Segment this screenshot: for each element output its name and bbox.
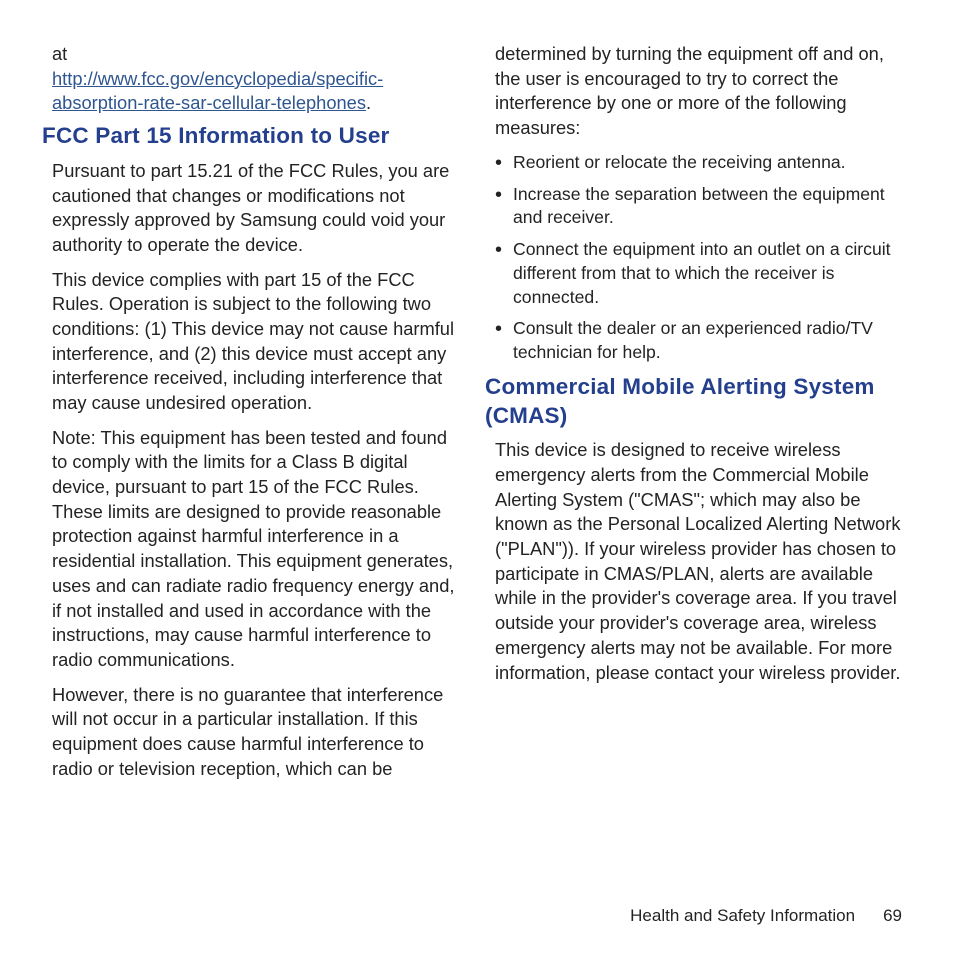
- list-item: Increase the separation between the equi…: [495, 183, 902, 231]
- paragraph-5: determined by turning the equipment off …: [495, 42, 902, 141]
- heading-fcc-part-15: FCC Part 15 Information to User: [42, 122, 459, 151]
- paragraph-1: Pursuant to part 15.21 of the FCC Rules,…: [52, 159, 459, 258]
- intro-prefix: at: [52, 43, 67, 64]
- fcc-link[interactable]: http://www.fcc.gov/encyclopedia/specific…: [52, 68, 383, 114]
- right-column: determined by turning the equipment off …: [495, 42, 902, 890]
- measures-list: Reorient or relocate the receiving anten…: [495, 151, 902, 365]
- left-column: at http://www.fcc.gov/encyclopedia/speci…: [52, 42, 459, 890]
- heading-cmas: Commercial Mobile Alerting System (CMAS): [485, 373, 902, 431]
- paragraph-2: This device complies with part 15 of the…: [52, 268, 459, 416]
- list-item: Consult the dealer or an experienced rad…: [495, 317, 902, 365]
- intro-text: at http://www.fcc.gov/encyclopedia/speci…: [52, 42, 459, 116]
- list-item: Reorient or relocate the receiving anten…: [495, 151, 902, 175]
- paragraph-3: Note: This equipment has been tested and…: [52, 426, 459, 673]
- page-footer: Health and Safety Information 69: [630, 906, 902, 926]
- intro-suffix: .: [366, 92, 371, 113]
- footer-section-title: Health and Safety Information: [630, 906, 855, 926]
- list-item: Connect the equipment into an outlet on …: [495, 238, 902, 309]
- paragraph-4: However, there is no guarantee that inte…: [52, 683, 459, 782]
- page-number: 69: [883, 906, 902, 926]
- two-column-layout: at http://www.fcc.gov/encyclopedia/speci…: [52, 42, 902, 890]
- paragraph-6: This device is designed to receive wirel…: [495, 438, 902, 685]
